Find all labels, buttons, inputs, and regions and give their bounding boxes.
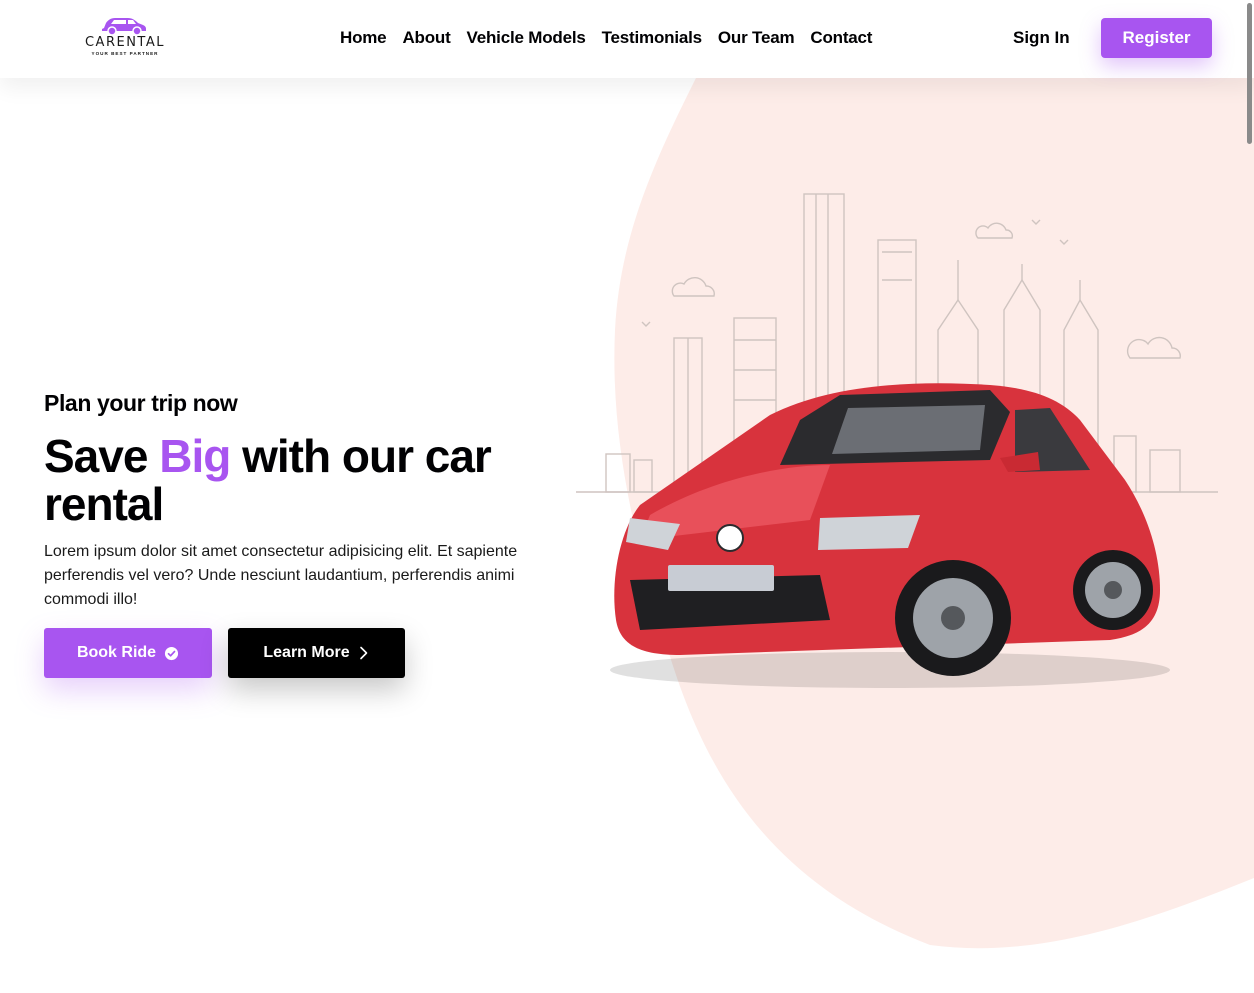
- hero-title: Save Big with our car rental: [44, 432, 564, 528]
- logo[interactable]: CARENTAL YOUR BEST PARTNER: [78, 14, 170, 58]
- hero-title-start: Save: [44, 430, 160, 482]
- hero-buttons: Book Ride Learn More: [44, 628, 564, 678]
- chevron-right-icon: [359, 646, 367, 660]
- book-ride-label: Book Ride: [76, 644, 157, 661]
- nav-link-vehicle-models[interactable]: Vehicle Models: [467, 28, 586, 48]
- register-button[interactable]: Register: [1101, 18, 1212, 58]
- hero-title-accent: Big: [159, 430, 231, 482]
- hero-car-image: [576, 193, 1218, 688]
- nav-link-about[interactable]: About: [402, 28, 450, 48]
- nav-link-our-team[interactable]: Our Team: [718, 28, 795, 48]
- hero-description: Lorem ipsum dolor sit amet consectetur a…: [44, 543, 518, 608]
- hero-subtitle: Plan your trip now: [44, 390, 238, 416]
- check-circle-icon: [165, 646, 179, 660]
- learn-more-label: Learn More: [263, 644, 350, 661]
- logo-wordmark: CARENTAL: [84, 35, 165, 50]
- book-ride-button[interactable]: Book Ride: [44, 628, 212, 678]
- page-scrollbar[interactable]: [1247, 3, 1252, 144]
- main-nav: Home About Vehicle Models Testimonials O…: [340, 28, 872, 48]
- sign-in-link[interactable]: Sign In: [1013, 28, 1070, 48]
- nav-link-testimonials[interactable]: Testimonials: [602, 28, 702, 48]
- nav-link-home[interactable]: Home: [340, 28, 387, 48]
- learn-more-button[interactable]: Learn More: [228, 628, 405, 678]
- logo-tagline: YOUR BEST PARTNER: [91, 51, 159, 56]
- car-icon: [102, 18, 146, 36]
- nav-link-contact[interactable]: Contact: [810, 28, 872, 48]
- hero-section: Plan your trip now Save Big with our car…: [44, 388, 564, 678]
- navbar: CARENTAL YOUR BEST PARTNER Home About Ve…: [0, 0, 1254, 78]
